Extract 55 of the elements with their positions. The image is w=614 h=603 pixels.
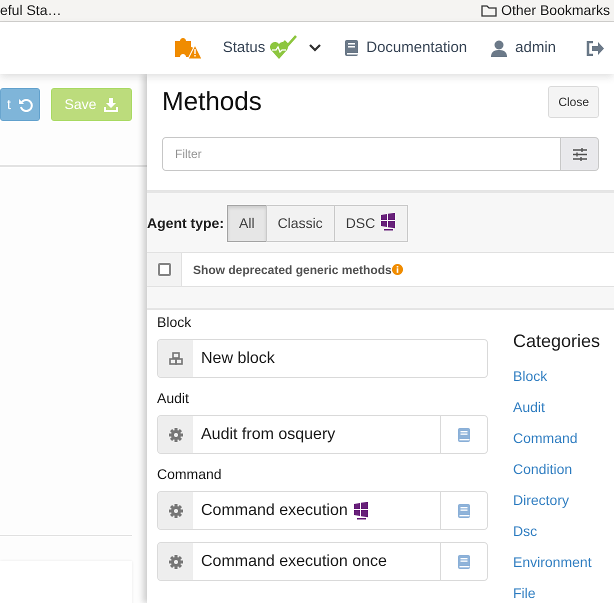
checkbox-label: Show deprecated generic methods — [193, 262, 392, 278]
book-icon[interactable] — [458, 428, 470, 442]
user-icon — [491, 40, 508, 56]
category-link[interactable]: Condition — [513, 461, 600, 477]
method-item[interactable]: Command execution — [157, 491, 488, 530]
gear-icon — [168, 428, 182, 442]
method-name: New block — [201, 348, 275, 368]
method-name: Audit from osquery — [201, 424, 336, 444]
category-link[interactable]: File — [513, 585, 600, 601]
category-link[interactable]: Audit — [513, 399, 600, 415]
book-icon[interactable] — [458, 504, 470, 518]
download-icon — [104, 98, 118, 112]
windows-logo-icon — [354, 502, 369, 520]
bookmark-item[interactable]: Other Bookmarks — [501, 0, 610, 21]
agent-type-button[interactable]: Classic — [266, 205, 335, 242]
user-menu[interactable]: admin — [515, 36, 556, 60]
book-icon[interactable] — [458, 554, 470, 568]
category-link[interactable]: Block — [513, 368, 600, 384]
logout-icon[interactable] — [586, 40, 604, 56]
folder-icon — [481, 4, 498, 17]
filter-options-button[interactable] — [561, 137, 599, 171]
agent-type-label: Agent type: — [147, 214, 224, 233]
method-item[interactable]: New block — [157, 339, 488, 378]
status-menu[interactable]: Status — [222, 36, 266, 60]
method-item[interactable]: Command execution once — [157, 542, 488, 581]
plugin-warning-icon[interactable] — [172, 35, 203, 61]
agent-type-button[interactable]: All — [227, 205, 267, 242]
bookmark-item[interactable]: eful Sta… — [0, 0, 62, 21]
category-link[interactable]: Command — [513, 430, 600, 446]
category-heading: Block — [157, 314, 192, 331]
info-icon — [392, 264, 403, 275]
category-link[interactable]: Directory — [513, 492, 600, 508]
panel-title: Methods — [162, 86, 262, 118]
sliders-icon — [572, 148, 586, 160]
filter-field[interactable]: Filter — [162, 137, 561, 171]
book-icon — [345, 40, 358, 56]
categories-title: Categories — [513, 330, 600, 352]
undo-icon — [18, 98, 33, 112]
heart-check-icon — [269, 35, 300, 61]
chevron-down-icon[interactable] — [309, 44, 322, 52]
gear-icon — [168, 504, 182, 518]
method-item[interactable]: Audit from osquery — [157, 415, 488, 454]
documentation-link[interactable]: Documentation — [366, 36, 468, 60]
agent-type-button[interactable]: DSC — [334, 205, 408, 242]
method-name: Command execution — [201, 500, 348, 520]
checkbox[interactable] — [158, 263, 170, 276]
windows-logo-icon — [381, 213, 396, 231]
category-heading: Command — [157, 466, 223, 483]
category-link[interactable]: Environment — [513, 554, 600, 570]
category-link[interactable]: Dsc — [513, 523, 600, 539]
category-heading: Audit — [157, 390, 190, 407]
gear-icon — [168, 554, 182, 568]
close-button[interactable]: Close — [548, 86, 599, 118]
cubes-icon — [168, 352, 182, 365]
method-name: Command execution once — [201, 552, 387, 572]
